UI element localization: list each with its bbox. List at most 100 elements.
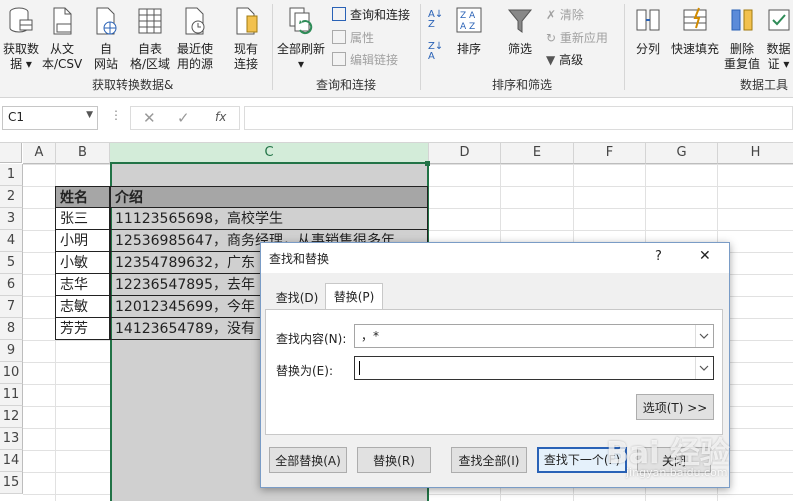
cell-c3[interactable]: 11123565698，高校学生 (110, 208, 428, 230)
queries-connections-button[interactable]: 查询和连接 (332, 7, 410, 23)
column-header-a[interactable]: A (23, 143, 56, 164)
column-header-c[interactable]: C (110, 143, 429, 164)
btn-label: 本/CSV (42, 57, 83, 71)
svg-text:A Z: A Z (460, 22, 475, 32)
replace-input[interactable] (354, 356, 714, 380)
enter-icon[interactable]: ✓ (177, 109, 190, 127)
close-icon[interactable]: ✕ (699, 248, 711, 264)
column-header-d[interactable]: D (429, 143, 501, 164)
remove-duplicates-button[interactable]: 删除 重复值 (722, 6, 762, 72)
tab-replace[interactable]: 替换(P) (325, 283, 383, 310)
tab-find[interactable]: 查找(D) (269, 287, 325, 309)
from-table-button[interactable]: 自表 格/区域 (128, 6, 172, 72)
chevron-down-icon[interactable]: ▼ (86, 110, 93, 120)
column-header-f[interactable]: F (574, 143, 646, 164)
clear-filter-button[interactable]: ✗ 清除 (546, 7, 584, 23)
data-validation-button[interactable]: 数据 证 ▾ (764, 6, 793, 72)
column-header-h[interactable]: H (718, 143, 793, 164)
text-to-columns-button[interactable]: 分列 (630, 6, 666, 57)
from-text-csv-button[interactable]: 从文 本/CSV (42, 6, 82, 72)
cell-b3[interactable]: 张三 (55, 208, 110, 230)
row-header[interactable]: 8 (0, 318, 23, 340)
btn-label: 格/区域 (129, 57, 171, 71)
cell-c2[interactable]: 介绍 (110, 186, 428, 208)
btn-label: 筛选 (507, 42, 532, 56)
properties-button[interactable]: 属性 (332, 30, 374, 46)
sort-button[interactable]: Z AA Z 排序 (452, 6, 486, 57)
btn-label: 清除 (559, 8, 584, 22)
sort-az-icon[interactable]: A↓ Z (428, 10, 443, 30)
cell-b4[interactable]: 小明 (55, 230, 110, 252)
group-separator (272, 4, 273, 90)
row-header[interactable]: 15 (0, 472, 23, 494)
ribbon: 获取数 据 ▾ 从文 本/CSV 自 网站 自表 格/区域 最近使 用的源 现有… (0, 0, 793, 98)
existing-connections-button[interactable]: 现有 连接 (226, 6, 266, 72)
cell-b8[interactable]: 芳芳 (55, 318, 110, 340)
chevron-down-icon[interactable] (695, 325, 713, 347)
row-header[interactable]: 12 (0, 406, 23, 428)
row-header[interactable]: 3 (0, 208, 23, 230)
column-header-b[interactable]: B (56, 143, 110, 164)
refresh-all-button[interactable]: 全部刷新 ▾ (274, 6, 328, 72)
find-input-value: ，* (361, 329, 380, 343)
insert-function-icon[interactable]: fx (215, 110, 226, 124)
row-header[interactable]: 2 (0, 186, 23, 208)
reapply-button[interactable]: ↻ 重新应用 (546, 30, 608, 46)
cell-b5[interactable]: 小敏 (55, 252, 110, 274)
row-header[interactable]: 1 (0, 164, 23, 186)
row-header[interactable]: 5 (0, 252, 23, 274)
find-input[interactable]: ，* (354, 324, 714, 348)
btn-label: 自 (99, 42, 112, 56)
edit-links-button[interactable]: 编辑链接 (332, 52, 398, 68)
row-header[interactable]: 4 (0, 230, 23, 252)
from-web-button[interactable]: 自 网站 (86, 6, 126, 72)
column-header-g[interactable]: G (646, 143, 718, 164)
flash-fill-button[interactable]: 快速填充 (668, 6, 722, 57)
column-header-e[interactable]: E (501, 143, 574, 164)
name-box-value: C1 (8, 110, 25, 124)
btn-label: 编辑链接 (350, 53, 399, 67)
dialog-title: 查找和替换 (269, 252, 330, 266)
help-icon[interactable]: ? (655, 249, 662, 264)
get-data-button[interactable]: 获取数 据 ▾ (0, 6, 42, 72)
filter-button[interactable]: 筛选 (500, 6, 540, 57)
advanced-filter-button[interactable]: ▼ 高级 (546, 52, 583, 68)
formula-input[interactable] (244, 106, 793, 130)
btn-label: 删除 (729, 42, 754, 56)
btn-label: 属性 (350, 31, 375, 45)
row-header[interactable]: 11 (0, 384, 23, 406)
svg-text:Z A: Z A (460, 11, 476, 21)
row-header[interactable]: 14 (0, 450, 23, 472)
btn-label: 连接 (233, 57, 258, 71)
group-label-get-transform: 获取转换数据& (92, 78, 174, 92)
row-header[interactable]: 7 (0, 296, 23, 318)
replace-button[interactable]: 替换(R) (357, 447, 431, 473)
replace-all-button[interactable]: 全部替换(A) (269, 447, 347, 473)
fill-handle[interactable] (425, 161, 430, 166)
row-header[interactable]: 9 (0, 340, 23, 362)
select-all-corner[interactable] (0, 143, 22, 163)
group-label-data-tools: 数据工具 (740, 78, 789, 92)
replace-label: 替换为(E): (276, 364, 333, 378)
chevron-down-icon[interactable] (695, 357, 713, 379)
cell-b6[interactable]: 志华 (55, 274, 110, 296)
advanced-filter-icon: ▼ (546, 53, 556, 67)
row-header[interactable]: 6 (0, 274, 23, 296)
btn-label: 网站 (93, 57, 118, 71)
cancel-icon[interactable]: ✕ (143, 109, 156, 127)
options-button[interactable]: 选项(T) >> (636, 394, 714, 420)
btn-label: 分列 (635, 42, 660, 56)
refresh-icon (289, 7, 313, 35)
recent-sources-button[interactable]: 最近使 用的源 (174, 6, 216, 72)
btn-label: 查询和连接 (350, 8, 411, 22)
cell-b2[interactable]: 姓名 (55, 186, 110, 208)
row-header[interactable]: 10 (0, 362, 23, 384)
find-label: 查找内容(N): (276, 332, 347, 346)
row-header[interactable]: 13 (0, 428, 23, 450)
cell-b7[interactable]: 志敏 (55, 296, 110, 318)
btn-label: ▾ (297, 57, 305, 71)
name-box[interactable]: C1 ▼ (2, 106, 98, 130)
find-all-button[interactable]: 查找全部(I) (451, 447, 527, 473)
btn-label: 高级 (559, 53, 584, 67)
sort-za-icon[interactable]: Z↓ A (428, 42, 443, 62)
